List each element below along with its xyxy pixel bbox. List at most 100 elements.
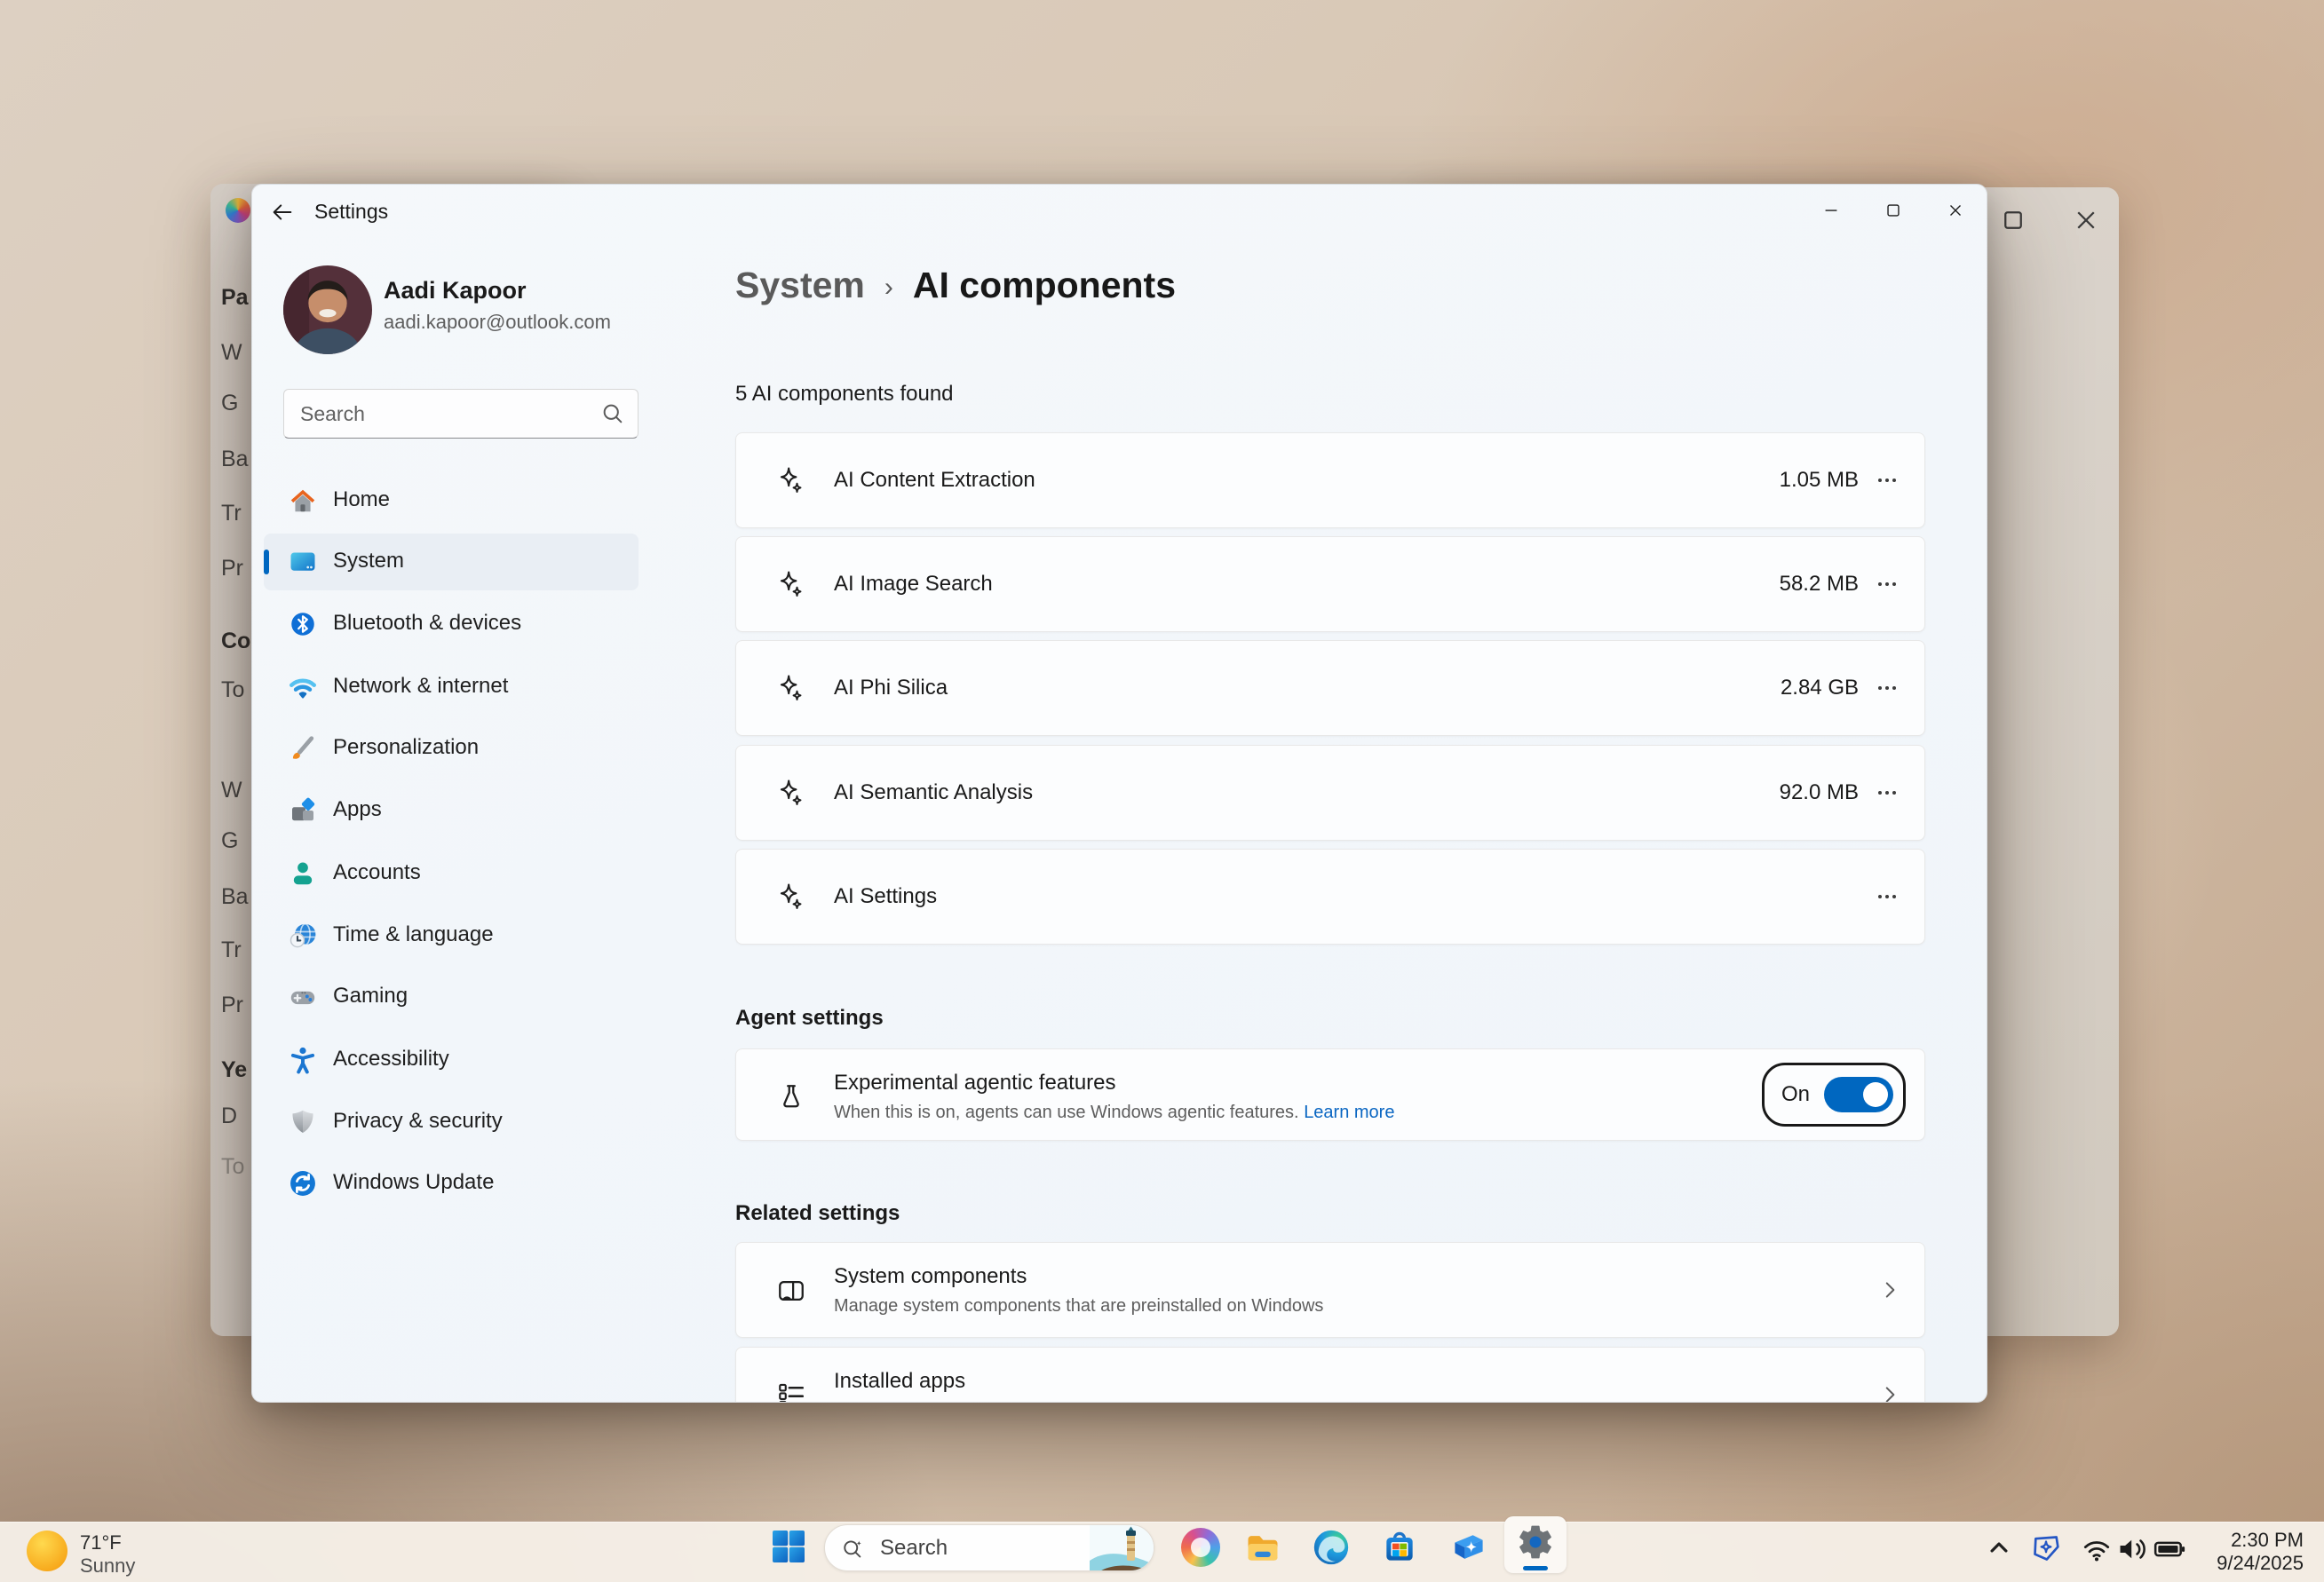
- sidebar-item-windows-update[interactable]: Windows Update: [264, 1155, 639, 1212]
- agentic-features-toggle[interactable]: [1824, 1077, 1893, 1112]
- sidebar-item-label: Accounts: [333, 860, 421, 885]
- taskbar-search[interactable]: Search: [824, 1524, 1154, 1571]
- ai-sparkle-icon: [776, 673, 806, 703]
- component-name: AI Image Search: [834, 572, 993, 597]
- sidebar-item-label: Privacy & security: [333, 1109, 503, 1134]
- profile-email: aadi.kapoor@outlook.com: [384, 311, 611, 334]
- sidebar-item-network-internet[interactable]: Network & internet: [264, 659, 639, 716]
- sidebar-item-time-language[interactable]: Time & language: [264, 907, 639, 964]
- sidebar-item-label: Time & language: [333, 922, 494, 947]
- sun-icon: [27, 1531, 67, 1571]
- more-options-button[interactable]: [1869, 463, 1905, 498]
- installed-apps-link[interactable]: Installed apps Uninstall and manage apps…: [735, 1347, 1925, 1403]
- person-icon: [287, 858, 319, 890]
- sidebar-item-apps[interactable]: Apps: [264, 782, 639, 839]
- component-row[interactable]: AI Settings: [735, 849, 1925, 945]
- minimize-button[interactable]: [1800, 185, 1862, 236]
- installed-apps-icon: [776, 1380, 805, 1403]
- sidebar-item-privacy-security[interactable]: Privacy & security: [264, 1094, 639, 1151]
- component-row[interactable]: AI Image Search 58.2 MB: [735, 536, 1925, 632]
- edge-button[interactable]: [1311, 1527, 1352, 1568]
- sidebar-item-system[interactable]: System: [264, 534, 639, 590]
- settings-taskbar-button[interactable]: [1504, 1516, 1567, 1573]
- learn-more-link[interactable]: Learn more: [1304, 1103, 1394, 1122]
- agent-tray-icon[interactable]: [2028, 1531, 2064, 1566]
- component-row[interactable]: AI Semantic Analysis 92.0 MB: [735, 745, 1925, 841]
- bg-text-fragment: To: [221, 677, 244, 703]
- toggle-knob: [1863, 1082, 1888, 1107]
- setting-description: When this is on, agents can use Windows …: [834, 1103, 1394, 1123]
- volume-tray-icon: [2115, 1532, 2149, 1566]
- copilot-button[interactable]: [1181, 1528, 1220, 1567]
- search-input[interactable]: [300, 393, 593, 434]
- window-title: Settings: [314, 200, 388, 224]
- sidebar-item-accounts[interactable]: Accounts: [264, 845, 639, 902]
- sparkle-app-button[interactable]: [1449, 1528, 1488, 1567]
- bg-text-fragment: To: [221, 1154, 244, 1180]
- ai-sparkle-icon: [776, 882, 806, 912]
- sidebar-item-accessibility[interactable]: Accessibility: [264, 1032, 639, 1088]
- wifi-icon: [287, 671, 319, 703]
- maximize-button[interactable]: [1862, 185, 1924, 236]
- apps-icon: [287, 795, 319, 827]
- system-components-link[interactable]: System components Manage system componen…: [735, 1242, 1925, 1338]
- ai-sparkle-icon: [776, 569, 806, 599]
- toggle-state-label: On: [1781, 1082, 1810, 1107]
- chevron-right-icon: [1878, 1383, 1901, 1403]
- desktop: Pa W G Ba Tr Pr Co To W G Ba Tr Pr Ye D …: [0, 0, 2324, 1582]
- component-name: AI Content Extraction: [834, 468, 1035, 493]
- more-options-button[interactable]: [1869, 670, 1905, 706]
- bg-text-fragment: W: [221, 340, 242, 366]
- selected-indicator: [264, 550, 269, 574]
- component-name: AI Semantic Analysis: [834, 780, 1033, 805]
- setting-description: Uninstall and manage apps on your PC: [834, 1401, 1143, 1403]
- file-explorer-button[interactable]: [1243, 1528, 1282, 1567]
- back-button[interactable]: [266, 196, 298, 228]
- update-icon: [287, 1167, 319, 1199]
- shield-icon: [287, 1106, 319, 1138]
- sidebar-item-home[interactable]: Home: [264, 472, 639, 529]
- related-settings-header: Related settings: [735, 1201, 900, 1226]
- more-options-button[interactable]: [1869, 566, 1905, 602]
- wifi-tray-icon: [2080, 1532, 2114, 1566]
- setting-description-text: When this is on, agents can use Windows …: [834, 1103, 1299, 1122]
- bg-maximize-button[interactable]: [2000, 207, 2027, 233]
- breadcrumb-parent[interactable]: System: [735, 265, 865, 306]
- start-button[interactable]: [767, 1525, 810, 1568]
- component-name: AI Phi Silica: [834, 676, 948, 700]
- component-size: 2.84 GB: [1781, 676, 1859, 700]
- component-size: 58.2 MB: [1780, 572, 1859, 597]
- bg-text-fragment: Ye: [221, 1057, 247, 1083]
- component-row[interactable]: AI Content Extraction 1.05 MB: [735, 432, 1925, 528]
- bg-close-button[interactable]: [2073, 207, 2099, 233]
- sidebar-item-bluetooth-devices[interactable]: Bluetooth & devices: [264, 596, 639, 653]
- setting-title: System components: [834, 1264, 1027, 1289]
- settings-window: Settings: [251, 184, 1987, 1403]
- bg-text-fragment: Tr: [221, 501, 242, 526]
- avatar[interactable]: [283, 265, 372, 354]
- close-button[interactable]: [1924, 185, 1987, 236]
- search-daily-image: [1090, 1525, 1154, 1571]
- store-button[interactable]: [1380, 1528, 1419, 1567]
- more-options-button[interactable]: [1869, 775, 1905, 811]
- quick-settings-button[interactable]: [2074, 1527, 2193, 1571]
- bg-text-fragment: Ba: [221, 884, 249, 910]
- bluetooth-icon: [287, 608, 319, 640]
- setting-title: Installed apps: [834, 1369, 965, 1394]
- sidebar-item-label: Home: [333, 487, 390, 512]
- sidebar-item-gaming[interactable]: Gaming: [264, 969, 639, 1025]
- paintbrush-icon: [287, 732, 319, 764]
- weather-widget[interactable]: 71°F Sunny: [16, 1524, 220, 1579]
- clock[interactable]: 2:30 PM 9/24/2025: [2193, 1529, 2304, 1573]
- gear-icon: [1515, 1522, 1556, 1562]
- component-row[interactable]: AI Phi Silica 2.84 GB: [735, 640, 1925, 736]
- globe-clock-icon: [287, 920, 319, 952]
- tray-chevron-up-button[interactable]: [1982, 1531, 2016, 1564]
- setting-title: Experimental agentic features: [834, 1071, 1116, 1096]
- bg-text-fragment: G: [221, 828, 238, 854]
- more-options-button[interactable]: [1869, 879, 1905, 914]
- sidebar-item-personalization[interactable]: Personalization: [264, 720, 639, 777]
- home-icon: [287, 485, 319, 517]
- component-size: 92.0 MB: [1780, 780, 1859, 805]
- bg-text-fragment: W: [221, 778, 242, 803]
